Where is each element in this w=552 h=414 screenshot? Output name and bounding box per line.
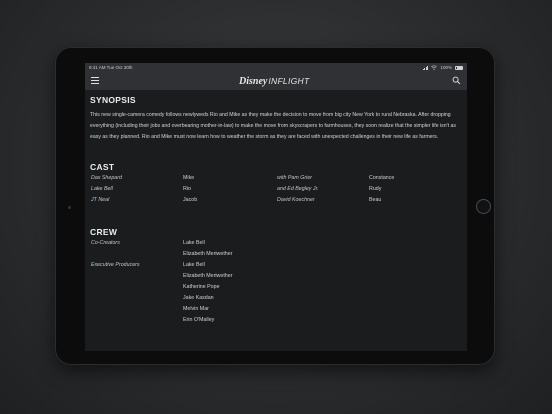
movie-details: SYNOPSIS This new single-camera comedy f… <box>90 95 462 337</box>
crew-member: Elizabeth Meriwether <box>183 273 233 280</box>
cast-role: Jacob <box>183 197 198 204</box>
crew-list: Co-Creators Lake Bell Elizabeth Meriweth… <box>90 237 462 337</box>
tablet-frame: 9:41 AM Tue Oct 30th 100% Disney INFLIGH… <box>55 47 495 365</box>
cast-actor: David Koechner <box>277 197 315 204</box>
status-indicators: 100% <box>422 63 463 72</box>
cast-role: Beau <box>369 197 382 204</box>
synopsis-text: This new single-camera comedy follows ne… <box>90 112 457 140</box>
home-button[interactable] <box>476 199 491 214</box>
app-screen: 9:41 AM Tue Oct 30th 100% Disney INFLIGH… <box>85 63 467 351</box>
nav-bar: Disney INFLIGHT <box>85 72 467 90</box>
front-camera <box>68 206 71 209</box>
cast-actor: and Ed Begley Jr. <box>277 186 319 193</box>
cast-list: Dax Shepard Mike with Pam Grier Constanc… <box>90 172 462 212</box>
battery-percent: 100% <box>440 65 452 70</box>
crew-member: Elizabeth Meriwether <box>183 251 233 258</box>
cast-actor: Dax Shepard <box>91 175 122 182</box>
crew-member: Lake Bell <box>183 240 205 247</box>
hamburger-menu-icon[interactable] <box>91 77 99 85</box>
crew-role-title: Executive Producers <box>91 262 140 269</box>
crew-role-title: Co-Creators <box>91 240 120 247</box>
cast-role: Constance <box>369 175 395 182</box>
search-icon[interactable] <box>452 76 461 85</box>
logo-inflight: INFLIGHT <box>268 76 310 86</box>
battery-icon <box>455 65 463 70</box>
crew-heading: CREW <box>90 227 118 238</box>
cast-heading: CAST <box>90 162 115 173</box>
synopsis-heading: SYNOPSIS <box>90 95 136 105</box>
crew-member: Jake Kasdan <box>183 295 214 302</box>
status-time: 9:41 AM Tue Oct 30th <box>89 65 133 70</box>
cast-actor: Lake Bell <box>91 186 113 193</box>
status-bar: 9:41 AM Tue Oct 30th 100% <box>85 63 467 72</box>
crew-member: Katherine Pope <box>183 284 220 291</box>
cast-role: Rio <box>183 186 191 193</box>
cast-actor: JT Neal <box>91 197 110 204</box>
cast-role: Mike <box>183 175 195 182</box>
wifi-icon <box>431 65 438 70</box>
app-logo: Disney INFLIGHT <box>239 74 309 88</box>
crew-member: Lake Bell <box>183 262 205 269</box>
cast-role: Rudy <box>369 186 382 193</box>
signal-icon <box>422 65 429 70</box>
crew-member: Melvin Mar <box>183 306 209 313</box>
cast-actor: with Pam Grier <box>277 175 313 182</box>
crew-member: Erin O'Malley <box>183 317 215 324</box>
logo-disney: Disney <box>239 75 268 87</box>
